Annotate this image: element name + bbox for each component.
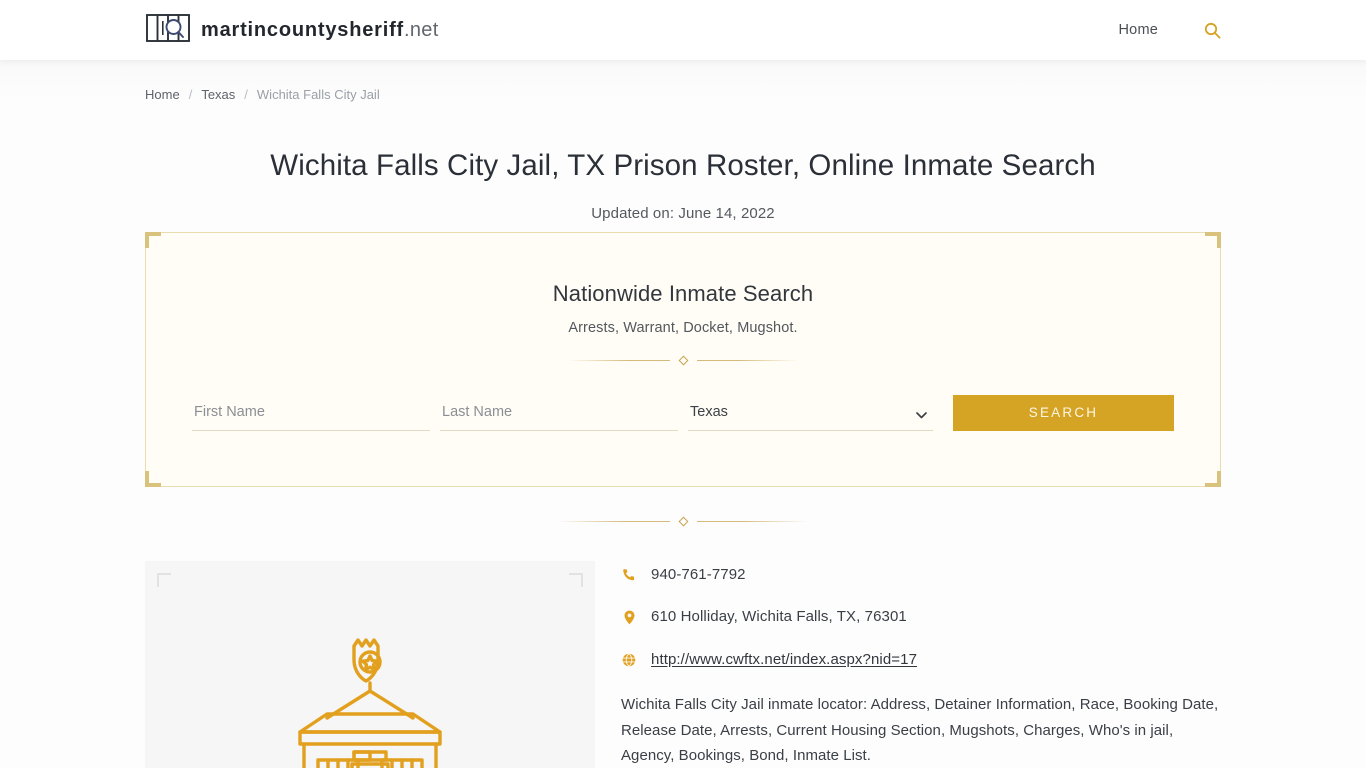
brand-tld: .net — [404, 18, 439, 41]
breadcrumb-item-texas[interactable]: Texas — [201, 87, 235, 102]
site-logo-text: martincountysheriff.net — [201, 19, 439, 42]
page-body: Home / Texas / Wichita Falls City Jail W… — [0, 60, 1366, 768]
ornament-divider-secondary — [558, 516, 808, 527]
panel-subtitle: Arrests, Warrant, Docket, Mugshot. — [568, 319, 798, 336]
breadcrumb-item-home[interactable]: Home — [145, 87, 180, 102]
updated-date: Updated on: June 14, 2022 — [591, 204, 775, 222]
divider-line-right — [696, 520, 808, 522]
panel-corner-bottom-left — [145, 470, 161, 487]
breadcrumb: Home / Texas / Wichita Falls City Jail — [145, 60, 1221, 102]
phone-icon — [621, 565, 637, 582]
panel-title: Nationwide Inmate Search — [552, 280, 814, 306]
search-toggle-button[interactable] — [1204, 22, 1221, 39]
primary-nav: Home — [1119, 22, 1221, 39]
nationwide-inmate-search-panel: Nationwide Inmate Search Arrests, Warran… — [145, 231, 1221, 487]
search-icon — [1204, 22, 1221, 42]
divider-line-left — [568, 359, 670, 361]
facility-phone-row: 940-761-7792 — [621, 565, 1221, 585]
panel-corner-top-left — [145, 231, 161, 248]
facility-details: 940-761-7792 610 Holliday, Wichita Falls… — [621, 561, 1221, 768]
inmate-search-form: Texas SEARCH — [192, 394, 1174, 431]
ornament-divider — [568, 355, 798, 366]
nav-item-home[interactable]: Home — [1119, 22, 1158, 38]
diamond-icon — [678, 516, 688, 527]
facility-website-row: http://www.cwftx.net/index.aspx?nid=17 — [621, 650, 1221, 670]
last-name-field — [440, 397, 678, 431]
facility-website-link[interactable]: http://www.cwftx.net/index.aspx?nid=17 — [651, 650, 917, 670]
last-name-input[interactable] — [440, 397, 678, 431]
jail-bars-magnifier-icon — [145, 13, 191, 48]
first-name-field — [192, 397, 430, 431]
divider-line-left — [558, 520, 670, 522]
facility-info-section: 940-761-7792 610 Holliday, Wichita Falls… — [145, 560, 1221, 768]
facility-address-row: 610 Holliday, Wichita Falls, TX, 76301 — [621, 607, 1221, 627]
photo-corner-top-right — [569, 572, 583, 587]
facility-photo — [145, 560, 595, 768]
breadcrumb-item-current: Wichita Falls City Jail — [256, 87, 380, 102]
globe-icon — [621, 650, 637, 667]
facility-phone: 940-761-7792 — [651, 565, 746, 583]
state-field: Texas — [688, 397, 933, 431]
diamond-icon — [678, 355, 688, 366]
photo-corner-top-left — [157, 572, 171, 587]
header-inner: martincountysheriff.net Home — [133, 13, 1233, 48]
content-container: Home / Texas / Wichita Falls City Jail W… — [133, 60, 1233, 768]
jail-building-illustration-icon — [270, 626, 470, 768]
facility-address: 610 Holliday, Wichita Falls, TX, 76301 — [651, 608, 907, 626]
location-pin-icon — [621, 607, 637, 625]
site-logo-link[interactable]: martincountysheriff.net — [145, 13, 439, 48]
breadcrumb-separator: / — [188, 87, 193, 102]
site-header: martincountysheriff.net Home — [0, 0, 1366, 60]
search-submit-button[interactable]: SEARCH — [953, 394, 1174, 431]
page-title: Wichita Falls City Jail, TX Prison Roste… — [270, 149, 1096, 182]
divider-line-right — [696, 359, 798, 361]
panel-corner-top-right — [1205, 231, 1221, 248]
panel-corner-bottom-right — [1205, 470, 1221, 487]
breadcrumb-separator: / — [244, 87, 248, 102]
state-select[interactable]: Texas — [688, 397, 933, 431]
facility-description: Wichita Falls City Jail inmate locator: … — [621, 696, 1219, 764]
first-name-input[interactable] — [192, 397, 430, 431]
brand-name: martincountysheriff — [201, 18, 405, 41]
